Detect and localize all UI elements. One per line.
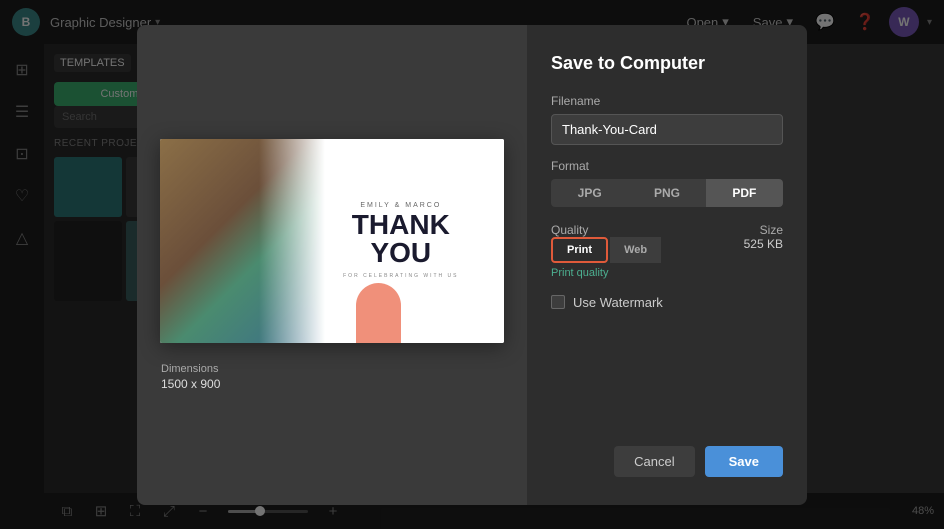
watermark-label: Use Watermark [573,295,663,310]
modal-dimensions-label: Dimensions [161,363,220,375]
size-col: Size 525 KB [734,223,783,251]
modal-left-panel: EMILY & MARCO THANKYOU FOR CELEBRATING W… [137,25,527,505]
modal-right-panel: Save to Computer Filename Format JPG PNG… [527,25,807,505]
cancel-button[interactable]: Cancel [614,446,694,477]
modal-text-area: EMILY & MARCO THANKYOU FOR CELEBRATING W… [298,139,504,343]
filename-input[interactable] [551,114,783,145]
quality-print-button[interactable]: Print [551,237,608,263]
quality-label: Quality [551,223,734,237]
modal-footer-text: FOR CELEBRATING WITH US [343,273,458,279]
filename-label: Filename [551,94,783,108]
quality-buttons: Print Web [551,237,734,263]
format-pdf-button[interactable]: PDF [706,179,783,207]
quality-web-button[interactable]: Web [610,237,661,263]
modal-subtitle: EMILY & MARCO [360,202,441,209]
print-quality-link[interactable]: Print quality [551,267,783,279]
format-selector: JPG PNG PDF [551,179,783,207]
watermark-row: Use Watermark [551,295,783,310]
modal-dimensions-section: Dimensions 1500 x 900 [137,363,220,391]
format-jpg-button[interactable]: JPG [551,179,628,207]
modal-footer: Cancel Save [551,446,783,477]
format-label: Format [551,159,783,173]
quality-col: Quality Print Web [551,223,734,263]
modal-title-text: THANKYOU [352,211,450,267]
save-button[interactable]: Save [705,446,783,477]
modal-title: Save to Computer [551,53,783,74]
format-png-button[interactable]: PNG [628,179,705,207]
quality-size-container: Quality Print Web Size 525 KB [551,223,783,263]
watermark-checkbox[interactable] [551,295,565,309]
size-value: 525 KB [744,237,783,251]
size-label: Size [744,223,783,237]
modal-canvas-preview: EMILY & MARCO THANKYOU FOR CELEBRATING W… [160,139,504,343]
modal-dimensions-value: 1500 x 900 [161,377,220,391]
modal-overlay: EMILY & MARCO THANKYOU FOR CELEBRATING W… [0,0,944,529]
